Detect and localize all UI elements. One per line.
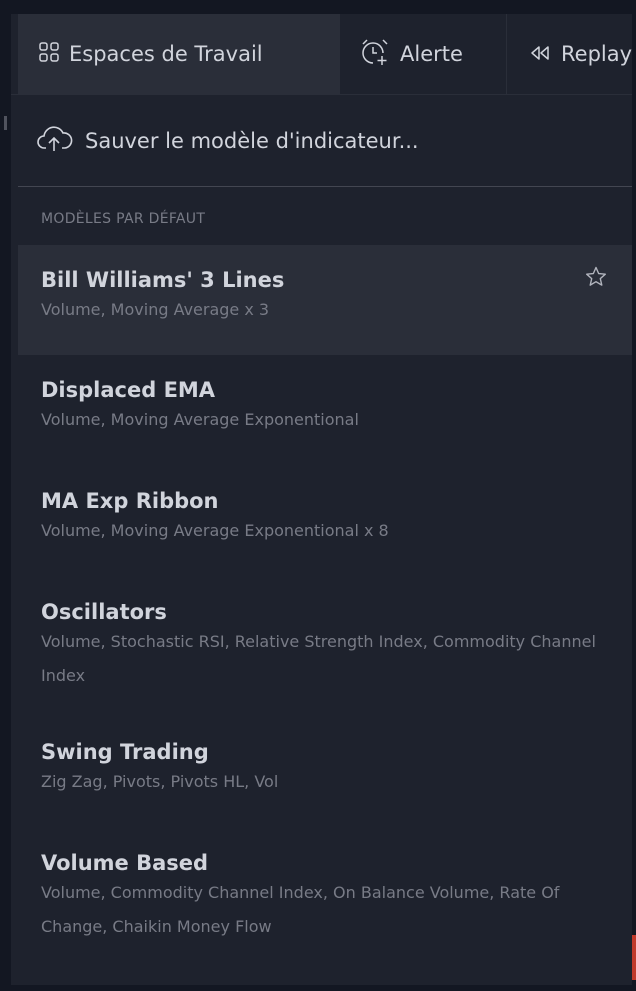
alert-label: Alerte (400, 42, 463, 66)
template-item[interactable]: Swing Trading Zig Zag, Pivots, Pivots HL… (18, 717, 632, 828)
grid-icon (39, 41, 59, 67)
template-description: Volume, Moving Average Exponentional x 8 (41, 521, 389, 540)
workspaces-label: Espaces de Travail (69, 42, 263, 66)
template-name: MA Exp Ribbon (41, 489, 219, 513)
chart-edge-bottom (0, 985, 636, 991)
toolbar-top-border (11, 0, 632, 14)
chart-edge-right (632, 0, 636, 991)
template-description: Zig Zag, Pivots, Pivots HL, Vol (41, 772, 279, 791)
replay-button[interactable]: Replay (507, 14, 632, 94)
template-description: Volume, Commodity Channel Index, On Bala… (41, 883, 560, 936)
save-template-label: Sauver le modèle d'indicateur... (85, 128, 419, 153)
template-name: Bill Williams' 3 Lines (41, 268, 285, 292)
star-outline-icon[interactable] (584, 265, 608, 293)
template-item[interactable]: Oscillators Volume, Stochastic RSI, Rela… (18, 577, 632, 717)
template-name: Oscillators (41, 600, 167, 624)
template-item[interactable]: Volume Based Volume, Commodity Channel I… (18, 828, 632, 978)
top-toolbar: Espaces de Travail Alerte Replay (11, 0, 632, 95)
default-templates-header: MODÈLES PAR DÉFAUT (41, 211, 206, 227)
chart-edge-left (0, 0, 11, 991)
template-item[interactable]: Bill Williams' 3 Lines Volume, Moving Av… (18, 245, 632, 355)
app-window: Espaces de Travail Alerte Replay Sauver … (0, 0, 636, 991)
chart-tick (4, 116, 7, 130)
template-name: Volume Based (41, 851, 209, 875)
price-marker (632, 935, 636, 980)
alarm-clock-plus-icon (360, 37, 390, 72)
save-indicator-template-item[interactable]: Sauver le modèle d'indicateur... (18, 95, 632, 186)
alert-button[interactable]: Alerte (339, 14, 507, 94)
template-description: Volume, Stochastic RSI, Relative Strengt… (41, 632, 596, 685)
replay-label: Replay (561, 42, 632, 66)
template-item[interactable]: MA Exp Ribbon Volume, Moving Average Exp… (18, 466, 632, 577)
indicator-templates-menu: Sauver le modèle d'indicateur... MODÈLES… (18, 95, 632, 985)
template-description: Volume, Moving Average x 3 (41, 300, 270, 319)
rewind-icon (529, 42, 551, 66)
cloud-upload-icon (37, 124, 73, 157)
template-item[interactable]: Displaced EMA Volume, Moving Average Exp… (18, 355, 632, 466)
template-name: Swing Trading (41, 740, 209, 764)
workspaces-button[interactable]: Espaces de Travail (18, 14, 339, 94)
template-name: Displaced EMA (41, 378, 216, 402)
menu-divider (18, 186, 632, 187)
template-description: Volume, Moving Average Exponentional (41, 410, 359, 429)
